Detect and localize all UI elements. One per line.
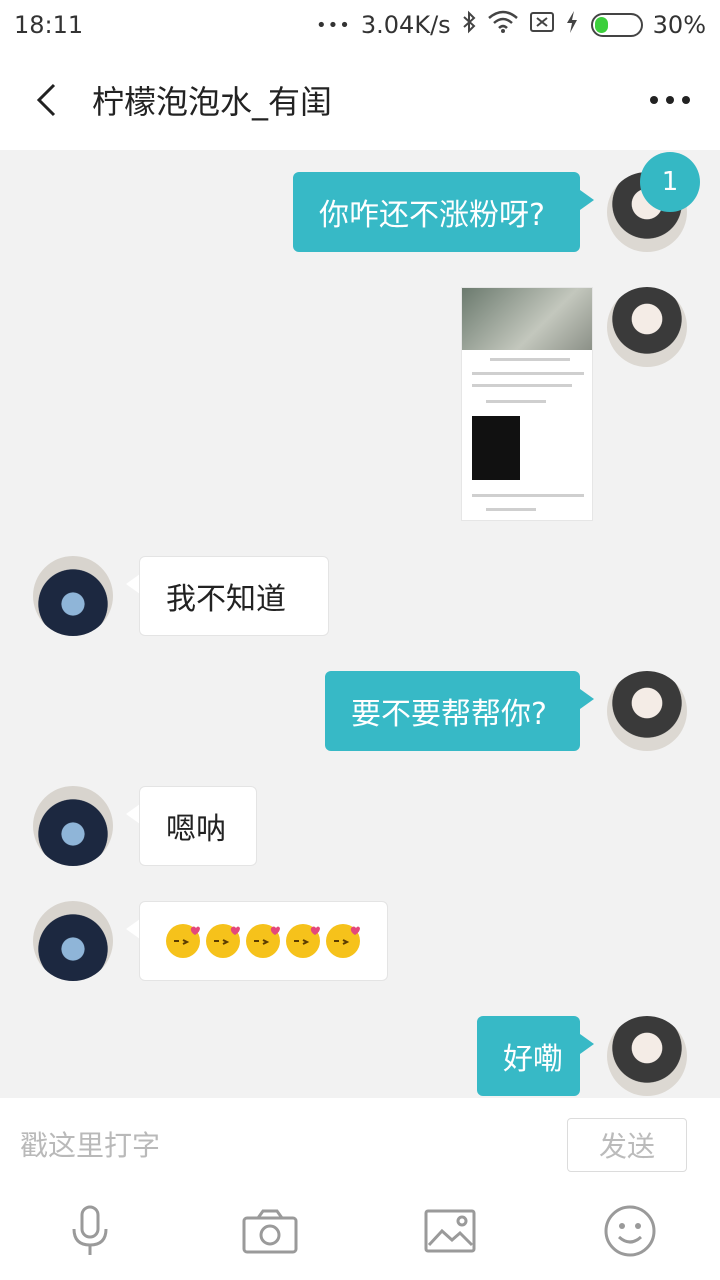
message-bubble-sent[interactable]: 好嘞 — [477, 1016, 580, 1096]
wifi-icon — [487, 10, 519, 40]
image-text-line — [486, 400, 546, 403]
image-button[interactable] — [410, 1196, 490, 1266]
kiss-face-emoji — [206, 924, 240, 958]
camera-button[interactable] — [230, 1196, 310, 1266]
charging-icon — [565, 10, 579, 40]
microphone-icon — [72, 1205, 108, 1255]
bubble-tail — [580, 1034, 594, 1054]
message-text: 要不要帮帮你? — [351, 697, 547, 732]
voice-button[interactable] — [50, 1196, 130, 1266]
image-cover-photo — [462, 288, 592, 350]
message-text: 我不知道 — [166, 582, 286, 617]
unread-badge: 1 — [640, 152, 700, 212]
no-sim-icon — [529, 10, 555, 40]
message-bubble-received-emoji[interactable] — [139, 901, 388, 981]
more-dot-icon — [666, 96, 674, 104]
camera-icon — [242, 1209, 298, 1254]
battery-icon — [590, 13, 643, 37]
contact-avatar[interactable] — [33, 556, 113, 636]
bubble-tail — [126, 804, 140, 824]
message-bubble-received[interactable]: 我不知道 — [139, 556, 329, 636]
send-button[interactable]: 发送 — [567, 1118, 687, 1172]
image-icon — [424, 1209, 476, 1253]
kiss-face-emoji — [246, 924, 280, 958]
chat-title: 柠檬泡泡水_有闺 — [92, 83, 333, 121]
emoji-button[interactable] — [590, 1196, 670, 1266]
kiss-face-emoji — [326, 924, 360, 958]
more-dot-icon — [682, 96, 690, 104]
my-avatar[interactable] — [607, 287, 687, 367]
bluetooth-icon — [461, 10, 477, 40]
status-bar: 18:11 ••• 3.04K/s 30% — [0, 0, 720, 50]
message-bubble-sent[interactable]: 要不要帮帮你? — [325, 671, 580, 751]
more-notifications-icon: ••• — [316, 14, 351, 36]
image-text-line — [472, 494, 584, 497]
emoji-icon — [604, 1205, 656, 1257]
bubble-tail — [126, 574, 140, 594]
message-input[interactable] — [20, 1120, 540, 1170]
my-avatar[interactable] — [607, 671, 687, 751]
kiss-face-emoji — [166, 924, 200, 958]
bubble-tail — [126, 919, 140, 939]
more-dot-icon — [650, 96, 658, 104]
message-image-screenshot[interactable] — [461, 287, 593, 521]
message-text: 嗯呐 — [166, 812, 226, 847]
battery-percent: 30% — [652, 11, 706, 39]
status-indicators: ••• 3.04K/s 30% — [316, 10, 706, 40]
my-avatar[interactable] — [607, 1016, 687, 1096]
message-bubble-sent[interactable]: 你咋还不涨粉呀? — [293, 172, 580, 252]
bubble-tail — [580, 190, 594, 210]
image-dark-card — [472, 416, 520, 480]
title-bar: 柠檬泡泡水_有闺 — [0, 50, 720, 150]
emoji-row — [166, 924, 360, 958]
message-text: 你咋还不涨粉呀? — [319, 198, 545, 233]
network-speed: 3.04K/s — [360, 11, 451, 39]
input-area: 发送 — [0, 1098, 720, 1280]
more-options-button[interactable] — [620, 50, 720, 150]
contact-avatar[interactable] — [33, 901, 113, 981]
contact-avatar[interactable] — [33, 786, 113, 866]
image-text-line — [472, 384, 572, 387]
status-time: 18:11 — [14, 11, 84, 39]
chevron-left-icon — [36, 83, 56, 117]
message-text: 好嘞 — [503, 1042, 563, 1077]
battery-level — [594, 17, 608, 33]
image-text-line — [486, 508, 536, 511]
chat-message-list[interactable]: 你咋还不涨粉呀? 1 我不知道 要不要帮帮你? 嗯呐 好嘞 — [0, 150, 720, 1098]
message-bubble-received[interactable]: 嗯呐 — [139, 786, 257, 866]
bubble-tail — [580, 689, 594, 709]
image-text-line — [472, 372, 584, 375]
kiss-face-emoji — [286, 924, 320, 958]
image-text-line — [490, 358, 570, 361]
back-button[interactable] — [0, 50, 92, 150]
